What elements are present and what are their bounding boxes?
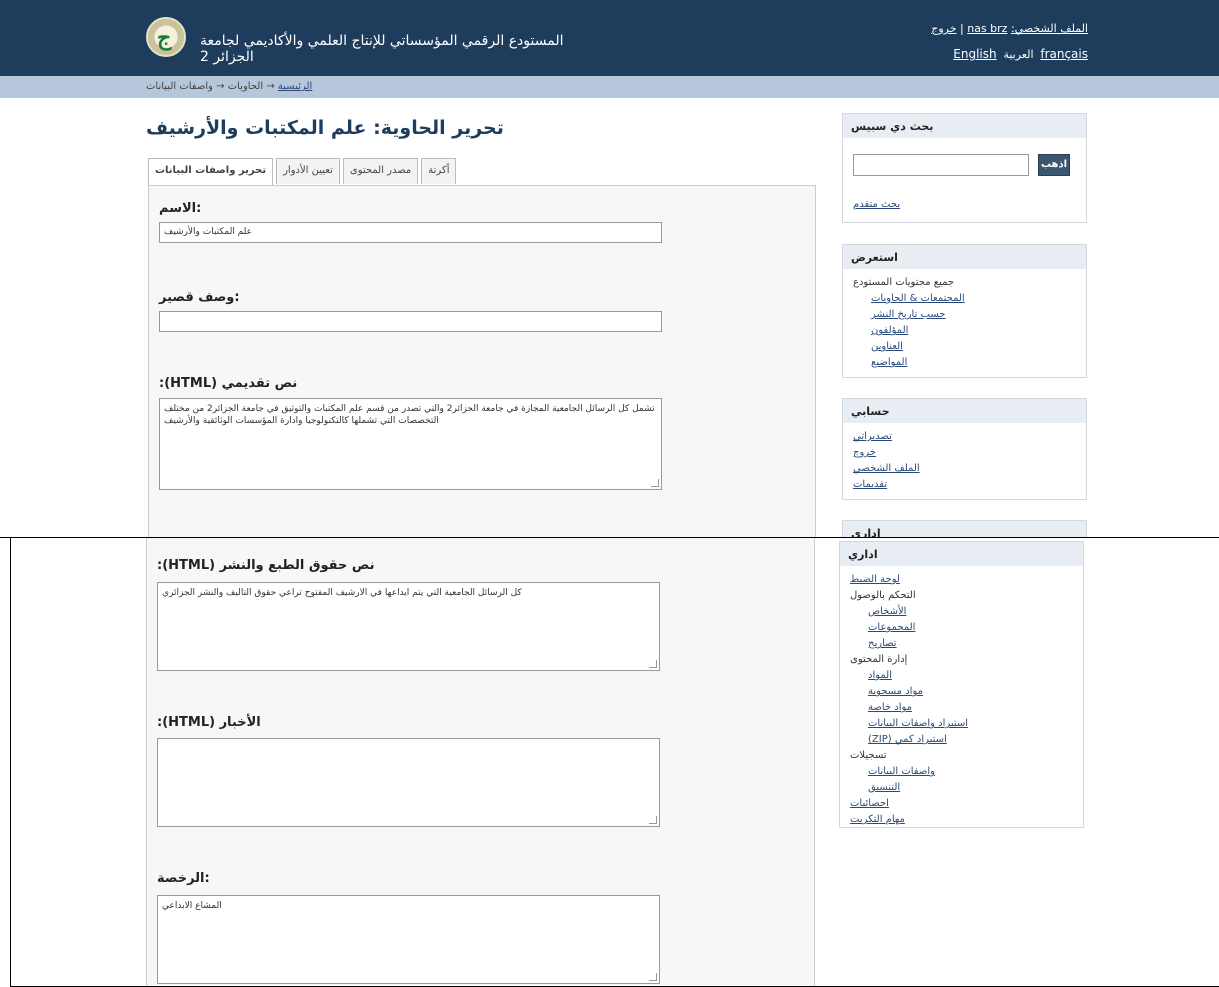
search-go-button[interactable]: اذهب (1038, 154, 1070, 176)
copyright-label: :(HTML) نص حقوق الطبع والنشر (157, 558, 375, 573)
browse-communities-link[interactable]: المجتمعات & الحاويات (871, 293, 965, 304)
tab-edit-metadata[interactable]: تحرير واصفات البيانات (148, 158, 274, 186)
items-link[interactable]: المواد (868, 670, 892, 681)
bottom-screenshot-panel: :(HTML) نص حقوق الطبع والنشر كل الرسائل … (10, 538, 1219, 987)
resize-grip-icon[interactable] (649, 660, 657, 668)
header-username-link[interactable]: nas brz (967, 22, 1007, 35)
breadcrumb-collections: الحاويات (227, 81, 264, 92)
header-profile-link[interactable]: :الملف الشخصي (1011, 22, 1088, 35)
content-admin-label: إدارة المحتوى (850, 654, 908, 665)
top-screenshot-panel: ج المستودع الرقمي المؤسساتي للإنتاج العل… (0, 0, 1219, 537)
account-logout-link[interactable]: خروج (853, 447, 876, 458)
groups-link[interactable]: المجموعات (868, 622, 915, 633)
admin-box: اداري لوحة الضبط التحكم بالوصول الأشخاص … (839, 541, 1084, 828)
breadcrumb: الرئيسية → الحاويات → واصفات البيانات (146, 81, 312, 92)
breadcrumb-bar: الرئيسية → الحاويات → واصفات البيانات (0, 76, 1219, 98)
metadata-form-top: :الاسم علم المكتبات والأرشيف :وصف قصير :… (148, 185, 816, 537)
copyright-value: كل الرسائل الجامعية التي يتم ايداعها في … (162, 588, 522, 598)
resize-grip-icon[interactable] (649, 816, 657, 824)
breadcrumb-arrow: → (266, 81, 275, 92)
admin-box-title-partial: اداري (843, 521, 1086, 537)
name-label: :الاسم (159, 201, 202, 216)
private-items-link[interactable]: مواد خاصة (868, 702, 912, 713)
control-panel-link[interactable]: لوحة الضبط (850, 574, 900, 585)
university-logo[interactable]: ج (146, 17, 186, 57)
browse-titles-link[interactable]: العناوين (871, 341, 903, 352)
search-box-title: بحث دي سبيس (843, 114, 1086, 138)
browse-subjects-link[interactable]: المواضيع (871, 357, 907, 368)
short-description-input[interactable] (159, 311, 662, 332)
tab-content-source[interactable]: مصدر المحتوى (342, 158, 419, 184)
tab-assign-roles[interactable]: تعيين الأدوار (276, 158, 340, 184)
license-label: :الرخصة (157, 871, 210, 886)
search-box: بحث دي سبيس اذهب بحث متقدم (842, 113, 1087, 223)
account-submissions-link[interactable]: تقديمات (853, 479, 887, 490)
account-box-title: حسابي (843, 399, 1086, 423)
withdrawn-items-link[interactable]: مواد مسحوبة (868, 686, 923, 697)
license-textarea[interactable]: المشاع الابداعي (157, 895, 660, 984)
copyright-textarea[interactable]: كل الرسائل الجامعية التي يتم ايداعها في … (157, 582, 660, 671)
account-box: حسابي تصديراتي خروج الملف الشخصي تقديمات (842, 398, 1087, 500)
statistics-link[interactable]: احصائيات (850, 798, 889, 809)
site-header: ج المستودع الرقمي المؤسساتي للإنتاج العل… (0, 0, 1219, 76)
browse-all-label: جميع محتويات المستودع (853, 277, 955, 288)
browse-list: جميع محتويات المستودع المجتمعات & الحاوي… (843, 269, 1086, 377)
lang-english-link[interactable]: English (953, 47, 996, 61)
admin-list: لوحة الضبط التحكم بالوصول الأشخاص المجمو… (840, 566, 1083, 834)
breadcrumb-current: واصفات البيانات (146, 81, 213, 92)
language-switcher: English العربية français (950, 47, 1088, 61)
registries-label: تسجيلات (850, 750, 887, 761)
format-registry-link[interactable]: التنسيق (868, 782, 900, 793)
header-separator: | (960, 22, 964, 35)
browse-authors-link[interactable]: المؤلفون (871, 325, 908, 336)
advanced-search-link[interactable]: بحث متقدم (853, 199, 900, 210)
user-links: خروج | nas brz :الملف الشخصي (931, 22, 1088, 35)
short-description-label: :وصف قصير (159, 290, 240, 305)
authorizations-link[interactable]: تصاريح (868, 638, 897, 649)
browse-box: استعرض جميع محتويات المستودع المجتمعات &… (842, 244, 1087, 378)
access-control-label: التحكم بالوصول (850, 590, 916, 601)
browse-box-title: استعرض (843, 245, 1086, 269)
tab-curation[interactable]: أكرتة (421, 158, 457, 184)
news-textarea[interactable] (157, 738, 660, 827)
logo-emblem-icon: ج (157, 25, 172, 51)
metadata-import-link[interactable]: استيراد واصفات البيانات (868, 718, 968, 729)
metadata-registry-link[interactable]: واصفات البيانات (868, 766, 935, 777)
batch-import-link[interactable]: (ZIP) استيراد كمي (868, 734, 947, 745)
license-value: المشاع الابداعي (162, 901, 222, 911)
search-input[interactable] (853, 154, 1029, 176)
header-logout-link[interactable]: خروج (931, 22, 956, 35)
lang-arabic-link[interactable]: العربية (1003, 48, 1033, 61)
intro-text-label: :(HTML) نص تقديمي (159, 376, 298, 391)
resize-grip-icon[interactable] (651, 479, 659, 487)
browse-by-date-link[interactable]: حسب تاريخ النشر (871, 309, 945, 320)
metadata-form-bottom: :(HTML) نص حقوق الطبع والنشر كل الرسائل … (146, 538, 815, 986)
breadcrumb-home-link[interactable]: الرئيسية (278, 81, 312, 92)
resize-grip-icon[interactable] (649, 973, 657, 981)
admin-box-partial: اداري (842, 520, 1087, 537)
site-title[interactable]: المستودع الرقمي المؤسساتي للإنتاج العلمي… (200, 33, 600, 65)
account-list: تصديراتي خروج الملف الشخصي تقديمات (843, 423, 1086, 499)
page-title: تحرير الحاوية: علم المكتبات والأرشيف (146, 117, 504, 139)
breadcrumb-arrow: → (216, 81, 225, 92)
curation-tasks-link[interactable]: مهام التكريت (850, 814, 905, 825)
people-link[interactable]: الأشخاص (868, 606, 906, 617)
intro-text-textarea[interactable]: تشمل كل الرسائل الجامعية المجازة في جامع… (159, 398, 662, 490)
admin-box-title: اداري (840, 542, 1083, 566)
account-profile-link[interactable]: الملف الشخصي (853, 463, 920, 474)
name-input[interactable]: علم المكتبات والأرشيف (159, 222, 662, 243)
news-label: :(HTML) الأخبار (157, 715, 261, 730)
intro-text-value: تشمل كل الرسائل الجامعية المجازة في جامع… (164, 404, 655, 426)
lang-french-link[interactable]: français (1040, 47, 1088, 61)
account-exports-link[interactable]: تصديراتي (853, 431, 892, 442)
edit-tabs: تحرير واصفات البيانات تعيين الأدوار مصدر… (148, 158, 459, 186)
